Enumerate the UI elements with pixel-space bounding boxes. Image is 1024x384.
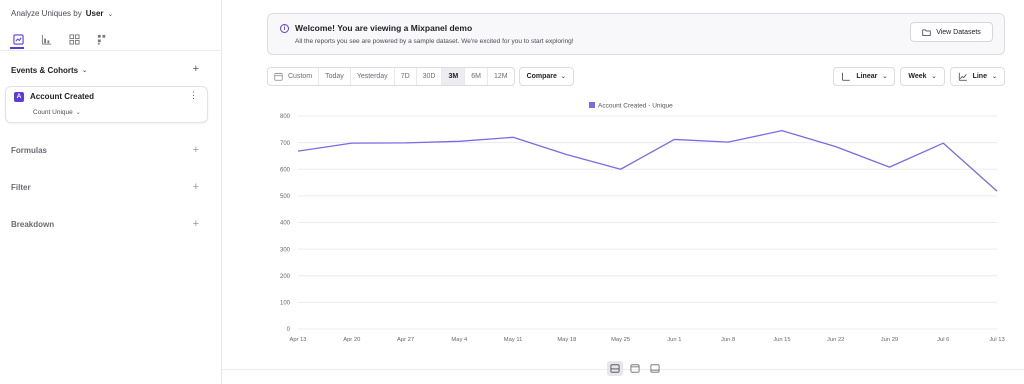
chart-options: Linear ⌄ Week ⌄ Line ⌄ [833, 67, 1005, 86]
y-tick-label: 0 [287, 327, 291, 333]
chevron-down-icon: ⌄ [82, 68, 88, 74]
series-line [297, 129, 998, 192]
measure-label: Count Unique [33, 109, 73, 116]
y-tick-label: 700 [280, 141, 291, 147]
x-tick-label: Jun 29 [881, 337, 898, 343]
sidebar: Analyze Uniques by User ⌄ Events & Cohor… [0, 0, 222, 384]
legend-label: Account Created - Unique [598, 103, 673, 110]
line-chart: Account Created - Unique 0 100 200 300 400 500… [280, 102, 1005, 343]
x-tick-label: Apr 20 [343, 337, 360, 343]
date-range-group: Custom Today Yesterday 7D 30D 3M 6M 12M [267, 67, 515, 86]
funnel-icon[interactable] [94, 32, 110, 46]
events-cohorts-header[interactable]: Events & Cohorts ⌄ [11, 66, 87, 75]
calendar-icon [274, 72, 283, 81]
x-tick-label: Apr 13 [289, 337, 306, 343]
interval-label: Week [908, 73, 927, 80]
analyze-label: Analyze Uniques by [11, 9, 82, 18]
divider [0, 50, 222, 51]
x-tick-label: Jun 8 [721, 337, 735, 343]
view-datasets-button[interactable]: View Datasets [910, 22, 993, 42]
interval-dropdown[interactable]: Week ⌄ [900, 67, 945, 86]
app-window: Analyze Uniques by User ⌄ Events & Cohor… [0, 0, 1024, 384]
demo-banner: i Welcome! You are viewing a Mixpanel de… [267, 13, 1005, 55]
layout-split-icon[interactable] [607, 361, 623, 376]
event-card[interactable]: A Account Created ⋮ Count Unique ⌄ [5, 86, 208, 123]
add-formula-icon[interactable]: + [193, 145, 199, 156]
range-yesterday[interactable]: Yesterday [351, 68, 395, 85]
compare-dropdown[interactable]: Compare ⌄ [518, 67, 574, 86]
date-range-toolbar: Custom Today Yesterday 7D 30D 3M 6M 12M … [267, 67, 574, 86]
measure-selector[interactable]: Count Unique ⌄ [33, 109, 81, 116]
scale-dropdown[interactable]: Linear ⌄ [833, 67, 896, 86]
analyze-value: User [85, 9, 104, 18]
chevron-down-icon: ⌄ [107, 10, 114, 18]
layout-top-icon[interactable] [627, 361, 643, 376]
formulas-header[interactable]: Formulas [11, 146, 47, 155]
chevron-down-icon: ⌄ [991, 74, 997, 80]
active-tab-indicator [10, 47, 24, 49]
event-name: Account Created [30, 92, 95, 101]
chart-type-label: Line [972, 73, 987, 80]
banner-title: Welcome! You are viewing a Mixpanel demo [295, 23, 473, 33]
chart-area: Account Created - Unique 0 100 200 300 400 500… [222, 96, 1024, 348]
y-tick-label: 300 [280, 247, 291, 253]
x-tick-label: May 4 [451, 337, 468, 343]
add-breakdown-icon[interactable]: + [193, 219, 199, 230]
range-30d[interactable]: 30D [417, 68, 443, 85]
analyze-uniques-selector[interactable]: Analyze Uniques by User ⌄ [11, 9, 113, 18]
x-tick-label: May 18 [557, 337, 576, 343]
y-tick-label: 100 [280, 301, 291, 307]
chart-type-dropdown[interactable]: Line ⌄ [949, 67, 1005, 86]
custom-range-button[interactable]: Custom [268, 68, 320, 85]
x-tick-label: May 11 [504, 337, 523, 343]
x-tick-label: Jun 1 [667, 337, 681, 343]
more-options-icon[interactable]: ⋮ [189, 91, 198, 100]
range-12m[interactable]: 12M [488, 68, 514, 85]
filter-header[interactable]: Filter [11, 183, 31, 192]
line-chart-icon [958, 72, 967, 81]
folder-icon [922, 29, 931, 36]
range-7d[interactable]: 7D [395, 68, 417, 85]
info-icon: i [280, 24, 289, 33]
chevron-down-icon: ⌄ [75, 110, 81, 116]
x-tick-label: Apr 27 [397, 337, 414, 343]
breakdown-header[interactable]: Breakdown [11, 220, 54, 229]
add-filter-icon[interactable]: + [193, 182, 199, 193]
grid-icon[interactable] [66, 32, 82, 46]
x-tick-label: Jul 6 [937, 337, 949, 343]
legend-swatch [589, 102, 595, 108]
custom-range-label: Custom [288, 73, 313, 80]
banner-subtitle: All the reports you see are powered by a… [295, 38, 574, 45]
event-badge: A [14, 92, 24, 102]
compare-label: Compare [526, 73, 557, 80]
chevron-down-icon: ⌄ [882, 74, 888, 80]
y-tick-label: 500 [280, 194, 291, 200]
range-3m[interactable]: 3M [442, 68, 466, 85]
chevron-down-icon: ⌄ [931, 74, 937, 80]
view-tabs [10, 32, 110, 46]
events-cohorts-title: Events & Cohorts [11, 66, 79, 75]
scale-label: Linear [856, 73, 878, 80]
insights-icon[interactable] [10, 32, 26, 46]
layout-switcher [607, 361, 663, 376]
y-tick-label: 800 [280, 114, 291, 120]
y-tick-label: 600 [280, 167, 291, 173]
y-tick-label: 200 [280, 274, 291, 280]
view-datasets-label: View Datasets [936, 28, 981, 36]
x-tick-label: Jun 22 [827, 337, 844, 343]
range-6m[interactable]: 6M [465, 68, 488, 85]
range-today[interactable]: Today [319, 68, 351, 85]
add-event-icon[interactable]: + [193, 64, 199, 75]
x-tick-label: Jul 13 [989, 337, 1004, 343]
linear-scale-icon [842, 72, 851, 81]
bar-chart-icon[interactable] [38, 32, 54, 46]
chevron-down-icon: ⌄ [560, 74, 566, 80]
x-tick-label: May 25 [611, 337, 630, 343]
y-tick-label: 400 [280, 221, 291, 227]
layout-bottom-icon[interactable] [647, 361, 663, 376]
x-tick-label: Jun 15 [773, 337, 790, 343]
main-panel: i Welcome! You are viewing a Mixpanel de… [222, 0, 1024, 384]
